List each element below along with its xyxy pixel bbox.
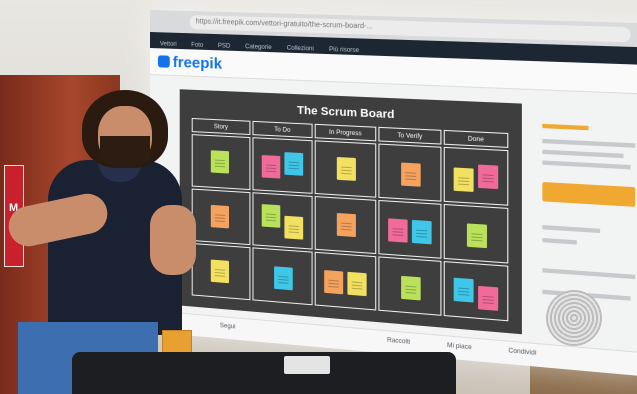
sidebar-line xyxy=(542,138,636,148)
freepik-logo[interactable]: freepik xyxy=(157,53,222,73)
scrum-board-image: The Scrum Board Story To Do In Progress … xyxy=(179,89,522,335)
sidebar-line xyxy=(542,237,577,245)
sticky-note xyxy=(284,152,304,176)
column-header-todo: To Do xyxy=(252,120,313,139)
sticky-note xyxy=(274,266,293,291)
board-cell xyxy=(443,203,509,264)
sidebar-line xyxy=(542,225,601,234)
sticky-note xyxy=(324,270,344,295)
nav-item[interactable]: Foto xyxy=(191,42,203,48)
sticky-note xyxy=(478,285,499,311)
sidebar-line xyxy=(542,123,589,131)
board-cell xyxy=(378,256,442,316)
nav-item[interactable]: PSD xyxy=(218,43,231,50)
sticky-note xyxy=(284,215,304,240)
board-cell xyxy=(443,146,509,206)
like-button[interactable]: Mi piace xyxy=(447,343,472,352)
sticky-note xyxy=(210,150,230,174)
freepik-logo-icon xyxy=(157,55,170,68)
sticky-note xyxy=(411,219,432,245)
nav-item[interactable]: Categorie xyxy=(245,44,272,51)
sticky-note xyxy=(466,223,487,249)
sidebar-line xyxy=(542,149,624,159)
download-button[interactable] xyxy=(542,181,636,207)
board-cell xyxy=(314,251,377,311)
board-cell xyxy=(191,134,251,191)
nav-item[interactable]: Collezioni xyxy=(287,45,314,52)
board-cell xyxy=(378,199,442,259)
board-cell xyxy=(252,192,313,250)
sticky-note xyxy=(388,218,408,243)
person-beard xyxy=(100,136,150,168)
laptop-monitor xyxy=(72,352,456,394)
board-grid: Story To Do In Progress To Verify Done xyxy=(191,117,509,323)
sticky-note xyxy=(261,204,281,228)
sidebar-line xyxy=(542,160,631,170)
board-cell xyxy=(252,247,313,306)
sticky-note xyxy=(336,212,356,238)
collect-button[interactable]: Raccolti xyxy=(387,338,410,346)
board-cell xyxy=(314,196,377,255)
sticky-note xyxy=(401,275,421,301)
monitor-label xyxy=(284,356,330,374)
person-arm xyxy=(150,205,196,275)
board-cell xyxy=(252,137,313,194)
board-cell xyxy=(378,143,442,202)
column-header-in-progress: In Progress xyxy=(314,123,377,142)
sticky-note xyxy=(453,277,474,303)
sticky-note xyxy=(453,167,474,192)
follow-button[interactable]: Segui xyxy=(220,323,236,330)
sticky-note xyxy=(210,259,230,284)
sticky-note xyxy=(401,162,421,187)
nav-item[interactable]: Più risorse xyxy=(329,47,359,54)
board-cell xyxy=(443,261,509,322)
column-header-to-verify: To Verify xyxy=(378,126,442,145)
board-cell xyxy=(191,242,251,301)
nav-item[interactable]: Vettori xyxy=(160,41,177,48)
fan xyxy=(546,290,602,346)
sticky-note xyxy=(210,204,230,229)
column-header-story: Story xyxy=(191,117,251,136)
sidebar-line xyxy=(542,268,636,280)
sticky-note xyxy=(261,155,281,179)
sticky-note xyxy=(336,156,356,181)
sticky-note xyxy=(347,271,367,297)
board-cell xyxy=(314,140,377,198)
board-cell xyxy=(191,188,251,246)
column-header-done: Done xyxy=(443,129,509,148)
share-button[interactable]: Condividi xyxy=(508,348,536,357)
sticky-note xyxy=(478,164,499,190)
